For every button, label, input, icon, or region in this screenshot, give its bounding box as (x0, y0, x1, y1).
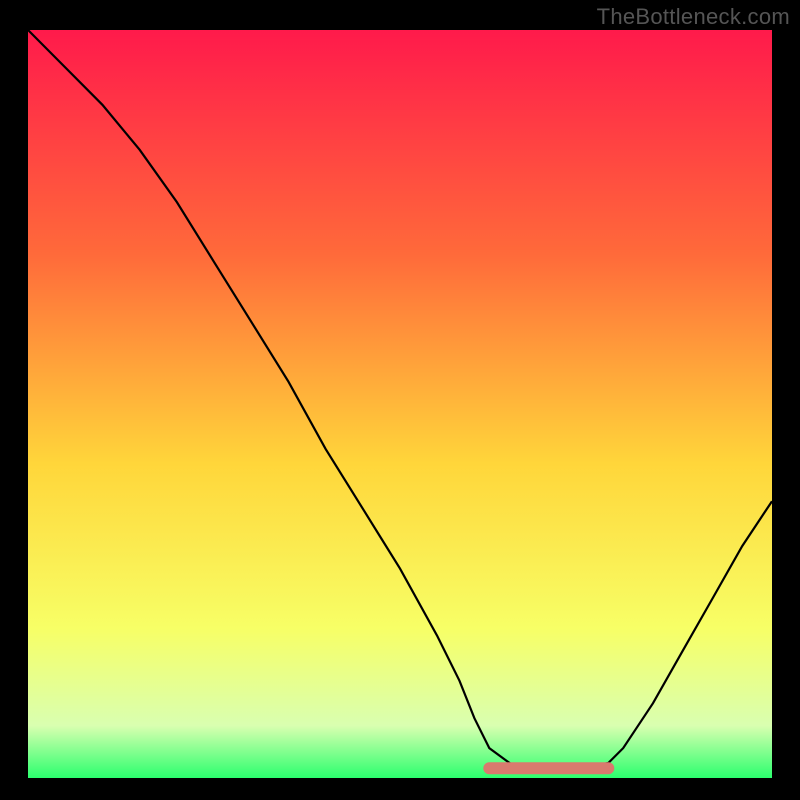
bottleneck-chart (28, 30, 772, 778)
plot-area (28, 30, 772, 778)
attribution-label: TheBottleneck.com (597, 4, 790, 30)
chart-frame: TheBottleneck.com (0, 0, 800, 800)
gradient-background (28, 30, 772, 778)
